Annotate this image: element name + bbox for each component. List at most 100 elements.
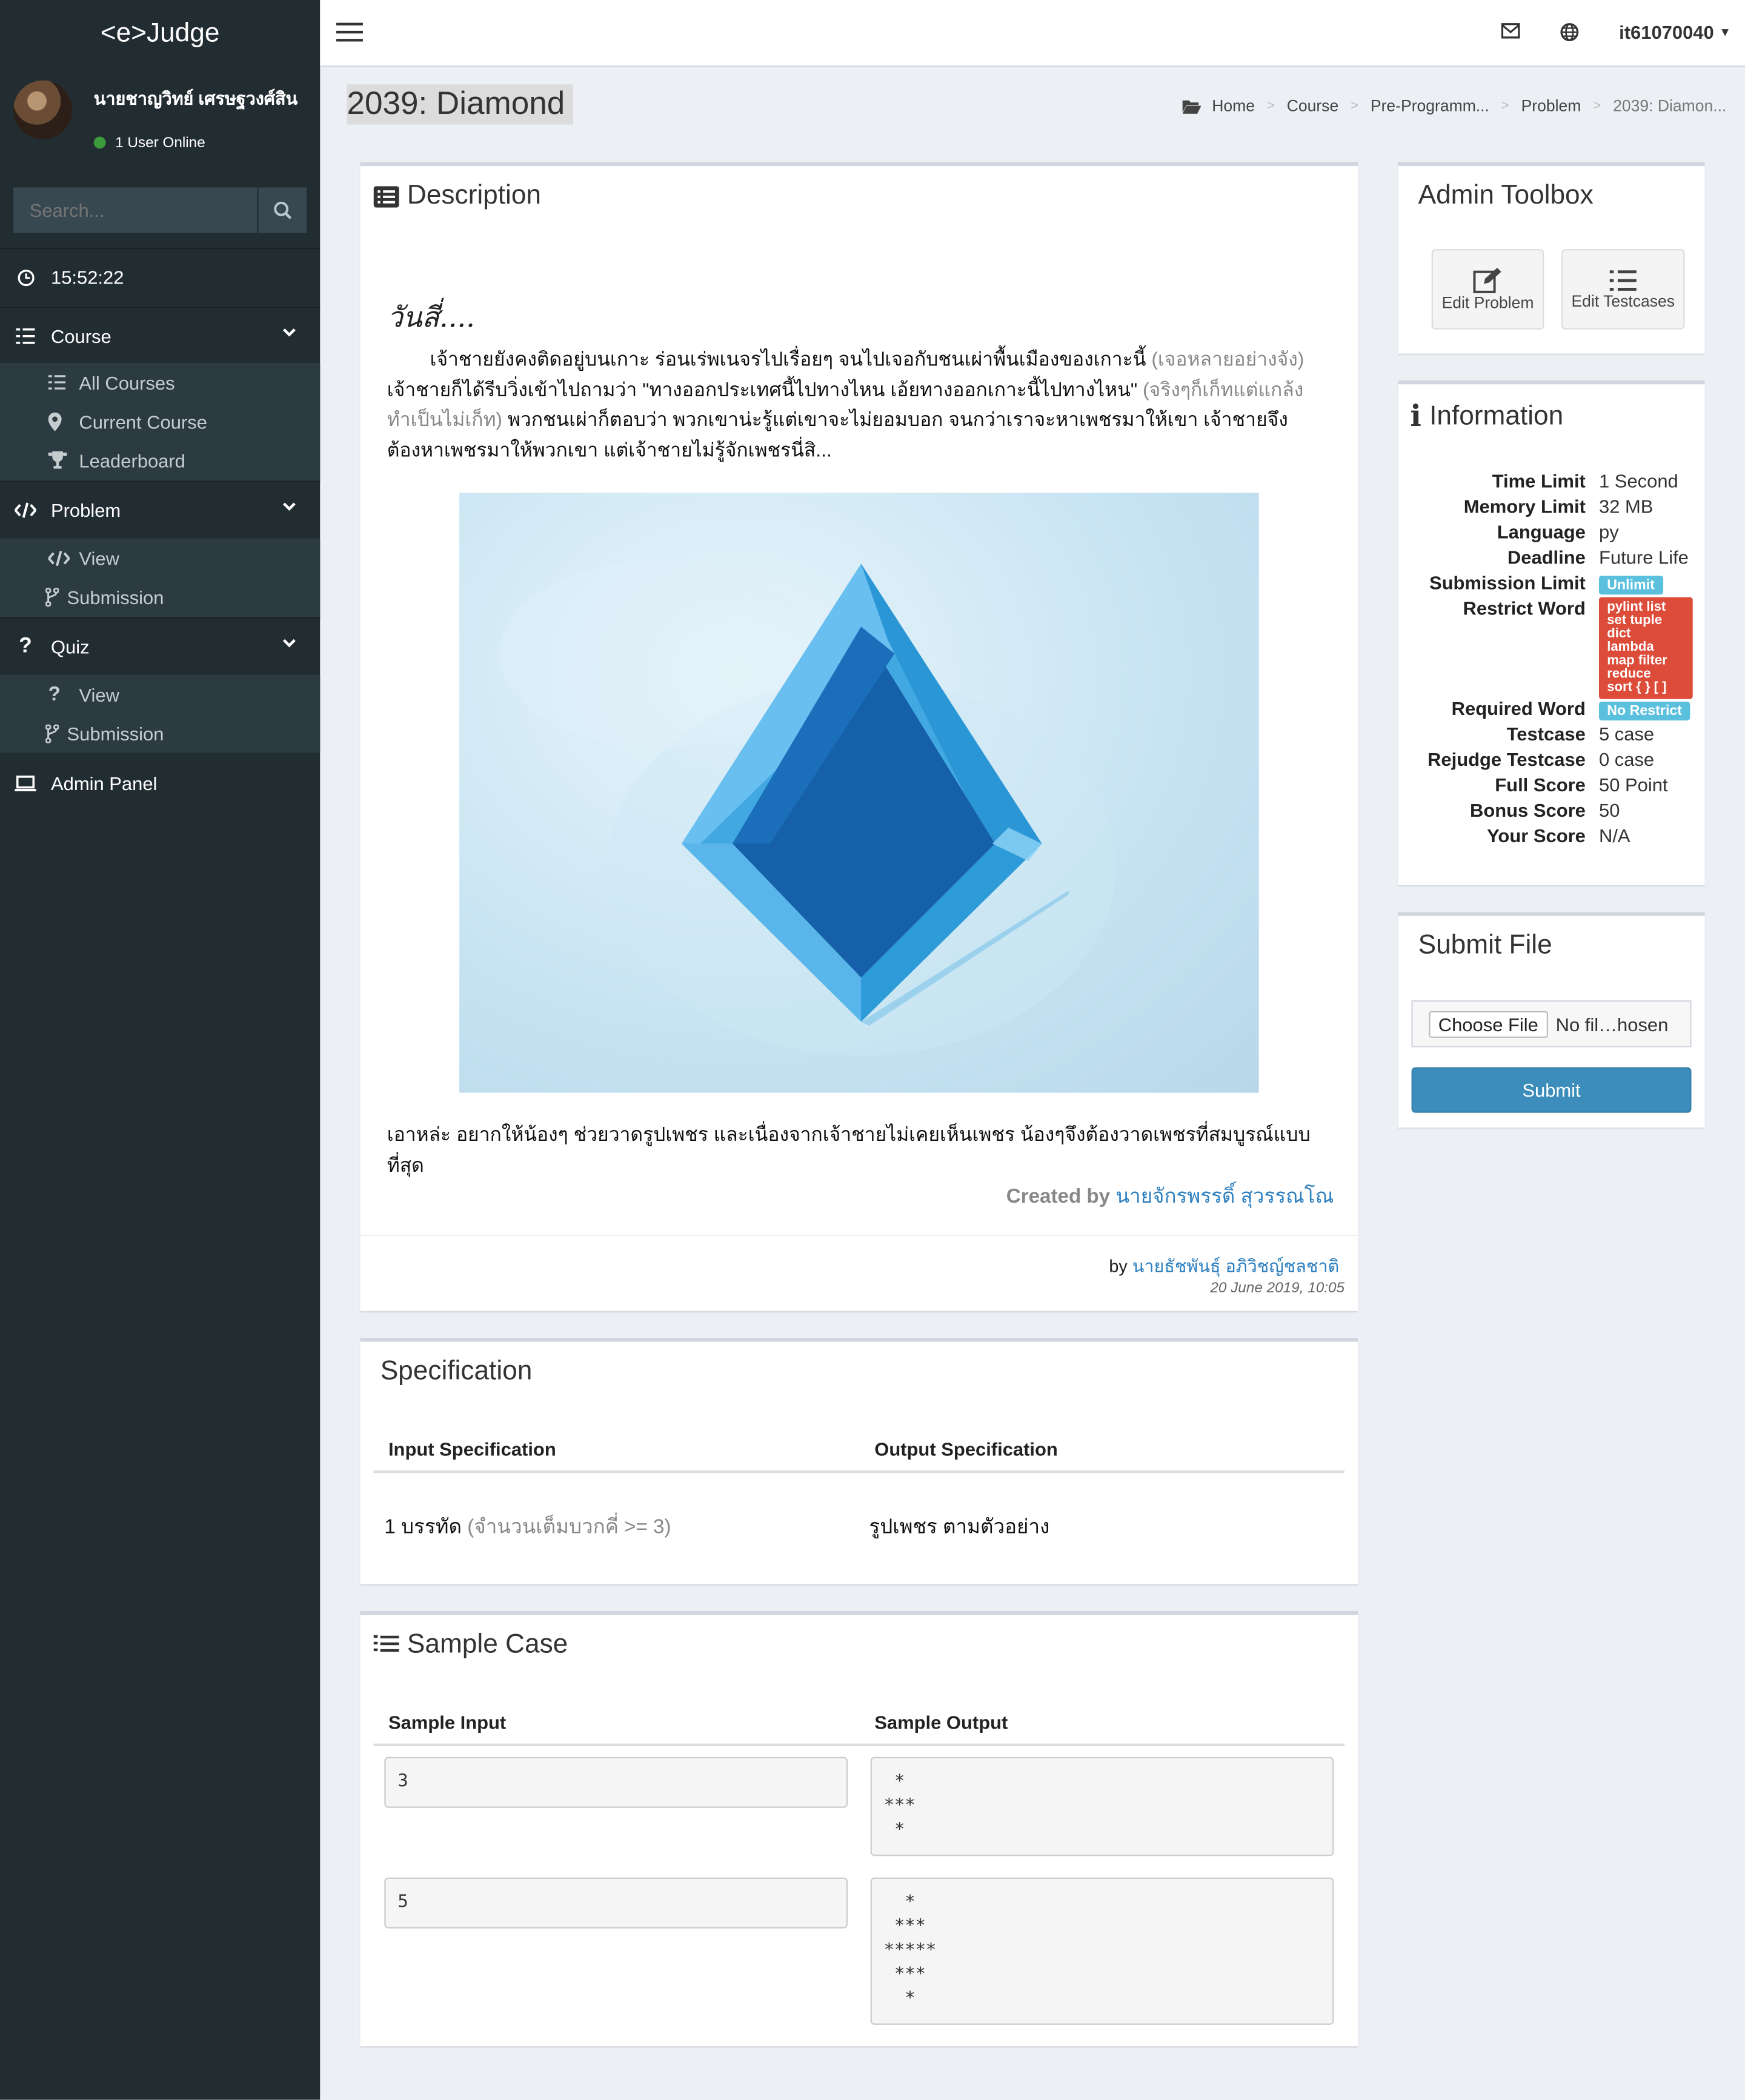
information-box: i Information Time Limit 1 Second Memory … <box>1398 380 1706 885</box>
sample-output-2[interactable]: * *** ***** *** * <box>870 1877 1334 2025</box>
posted-by-label: by <box>1109 1256 1128 1277</box>
breadcrumb-home[interactable]: Home <box>1212 96 1255 115</box>
author-link[interactable]: นายจักรพรรดิ์ สุวรรณโณ <box>1115 1185 1334 1208</box>
sidebar-item-problem[interactable]: Problem <box>0 483 320 537</box>
sample-input-1[interactable]: 3 <box>384 1756 848 1808</box>
box-title-label: Description <box>407 181 542 211</box>
breadcrumb: Home > Course > Pre-Programm... > Problem > … <box>1182 96 1727 116</box>
hamburger-menu-icon[interactable] <box>336 21 363 42</box>
description-box: Description วันสี่.... เจ้าชายยังคงติดอย… <box>360 162 1358 1311</box>
sidebar-item-label: Submission <box>67 722 164 744</box>
sidebar-clock: 15:52:22 <box>0 250 320 304</box>
info-language: Language py <box>1497 520 1619 543</box>
sidebar-item-label: View <box>79 683 119 705</box>
breadcrumb-course[interactable]: Course <box>1287 96 1339 115</box>
caret-down-icon: ▼ <box>1719 25 1732 39</box>
sidebar-item-all-courses[interactable]: All Courses <box>0 363 320 402</box>
sidebar-item-quiz-submission[interactable]: Submission <box>0 714 320 753</box>
clock-icon <box>17 268 34 286</box>
output-spec: รูปเพชร ตามตัวอย่าง <box>869 1515 1050 1539</box>
top-navbar: it61070040 ▼ <box>320 0 1745 67</box>
online-label: 1 User Online <box>115 135 205 151</box>
question-icon: ? <box>19 634 32 658</box>
box-title-label: Information <box>1429 400 1564 431</box>
edit-problem-label: Edit Problem <box>1441 292 1534 311</box>
chevron-down-icon <box>282 639 296 648</box>
sidebar-item-quiz[interactable]: ? Quiz <box>0 620 320 673</box>
created-by-label: Created by <box>1006 1185 1111 1208</box>
user-menu[interactable]: it61070040 ▼ <box>1619 21 1731 42</box>
sidebar-item-admin-panel[interactable]: Admin Panel <box>0 757 320 810</box>
sample-case-box: Sample Case Sample Input Sample Output 3… <box>360 1610 1358 2047</box>
file-input[interactable]: Choose File No fil…hosen <box>1411 1000 1692 1048</box>
poster-link[interactable]: นายธัชพันธุ์ อภิวิชญ์ชลชาติ <box>1132 1256 1339 1276</box>
choose-file-button[interactable]: Choose File <box>1429 1010 1548 1037</box>
trophy-icon <box>48 451 67 469</box>
post-date: 20 June 2019, 10:05 <box>1210 1280 1345 1297</box>
course-submenu: All Courses Current Course Leaderboard <box>0 362 321 481</box>
question-icon: ? <box>48 683 61 706</box>
info-time-limit: Time Limit 1 Second <box>1492 470 1678 492</box>
unlimit-badge: Unlimit <box>1598 576 1663 595</box>
sidebar-item-course[interactable]: Course <box>0 310 320 363</box>
info-your-score: Your Score N/A <box>1487 825 1630 846</box>
problem-submenu: View Submission <box>0 538 321 617</box>
sidebar-item-quiz-view[interactable]: ? View <box>0 675 320 714</box>
description-heading: วันสี่.... <box>387 301 475 334</box>
sample-output-1[interactable]: * *** * <box>870 1756 1334 1856</box>
sidebar-item-label: Problem <box>50 499 121 521</box>
sidebar-item-label: Submission <box>67 585 164 608</box>
breadcrumb-course-name[interactable]: Pre-Programm... <box>1371 96 1489 115</box>
specification-box: Specification Input Specification Output… <box>360 1337 1358 1584</box>
envelope-icon[interactable] <box>1501 23 1520 39</box>
restrict-word-badge: pylint list set tuple dict lambda map fi… <box>1598 597 1693 699</box>
search-icon <box>274 201 292 219</box>
sample-input-2[interactable]: 5 <box>384 1877 848 1929</box>
laptop-icon <box>15 776 36 792</box>
edit-testcases-button[interactable]: Edit Testcases <box>1561 249 1685 330</box>
info-icon: i <box>1410 399 1421 434</box>
brand-logo[interactable]: <e>Judge <box>0 0 321 67</box>
sidebar: <e>Judge นายชาญวิทย์ เศรษฐวงศ์สิน 1 User… <box>0 0 321 2100</box>
description-paragraph-2: เอาหล่ะ อยากให้น้องๆ ช่วยวาดรูปเพชร และเ… <box>387 1125 1311 1177</box>
submit-file-box: Submit File Choose File No fil…hosen Sub… <box>1398 912 1705 1128</box>
search-input[interactable] <box>13 187 258 233</box>
submit-button[interactable]: Submit <box>1411 1067 1692 1113</box>
box-title: i Information <box>1410 399 1563 434</box>
code-icon <box>15 502 36 518</box>
sample-output-header: Sample Output <box>874 1711 1008 1733</box>
sidebar-search <box>13 187 307 233</box>
sidebar-item-label: View <box>79 547 119 569</box>
page-title: 2039: Diamond <box>347 84 573 125</box>
box-title: Specification <box>380 1356 533 1386</box>
info-bonus-score: Bonus Score 50 <box>1470 799 1620 821</box>
box-title: Sample Case <box>373 1630 568 1661</box>
sidebar-item-label: Course <box>50 325 111 347</box>
sidebar-item-current-course[interactable]: Current Course <box>0 402 320 440</box>
breadcrumb-problem[interactable]: Problem <box>1521 96 1581 115</box>
sidebar-item-problem-view[interactable]: View <box>0 539 320 577</box>
edit-problem-button[interactable]: Edit Problem <box>1431 249 1544 330</box>
posted-by: by นายธัชพันธุ์ อภิวิชญ์ชลชาติ <box>1109 1252 1339 1280</box>
search-button[interactable] <box>257 187 307 233</box>
globe-icon[interactable] <box>1560 23 1579 42</box>
box-title: Submit File <box>1418 931 1552 960</box>
sidebar-item-label: Admin Panel <box>50 773 158 794</box>
username: it61070040 <box>1619 21 1714 43</box>
clock-time: 15:52:22 <box>50 266 124 288</box>
list-ol-icon <box>373 1634 399 1652</box>
sidebar-item-leaderboard[interactable]: Leaderboard <box>0 440 320 479</box>
admin-toolbox: Admin Toolbox Edit Problem Edit Testcase… <box>1398 162 1705 354</box>
user-name: นายชาญวิทย์ เศรษฐวงศ์สิน <box>93 88 298 109</box>
info-submission-limit: Submission Limit Unlimit <box>1398 572 1706 597</box>
tasks-icon <box>16 328 35 344</box>
info-required-word: Required Word No Restrict <box>1398 698 1706 723</box>
list-alt-icon <box>373 185 399 207</box>
breadcrumb-current: 2039: Diamon... <box>1613 96 1727 116</box>
output-spec-header: Output Specification <box>874 1438 1058 1460</box>
edit-testcases-label: Edit Testcases <box>1571 291 1675 310</box>
sidebar-item-problem-submission[interactable]: Submission <box>0 577 320 616</box>
avatar <box>13 80 73 139</box>
folder-open-icon <box>1182 99 1202 113</box>
list-icon <box>48 375 66 390</box>
